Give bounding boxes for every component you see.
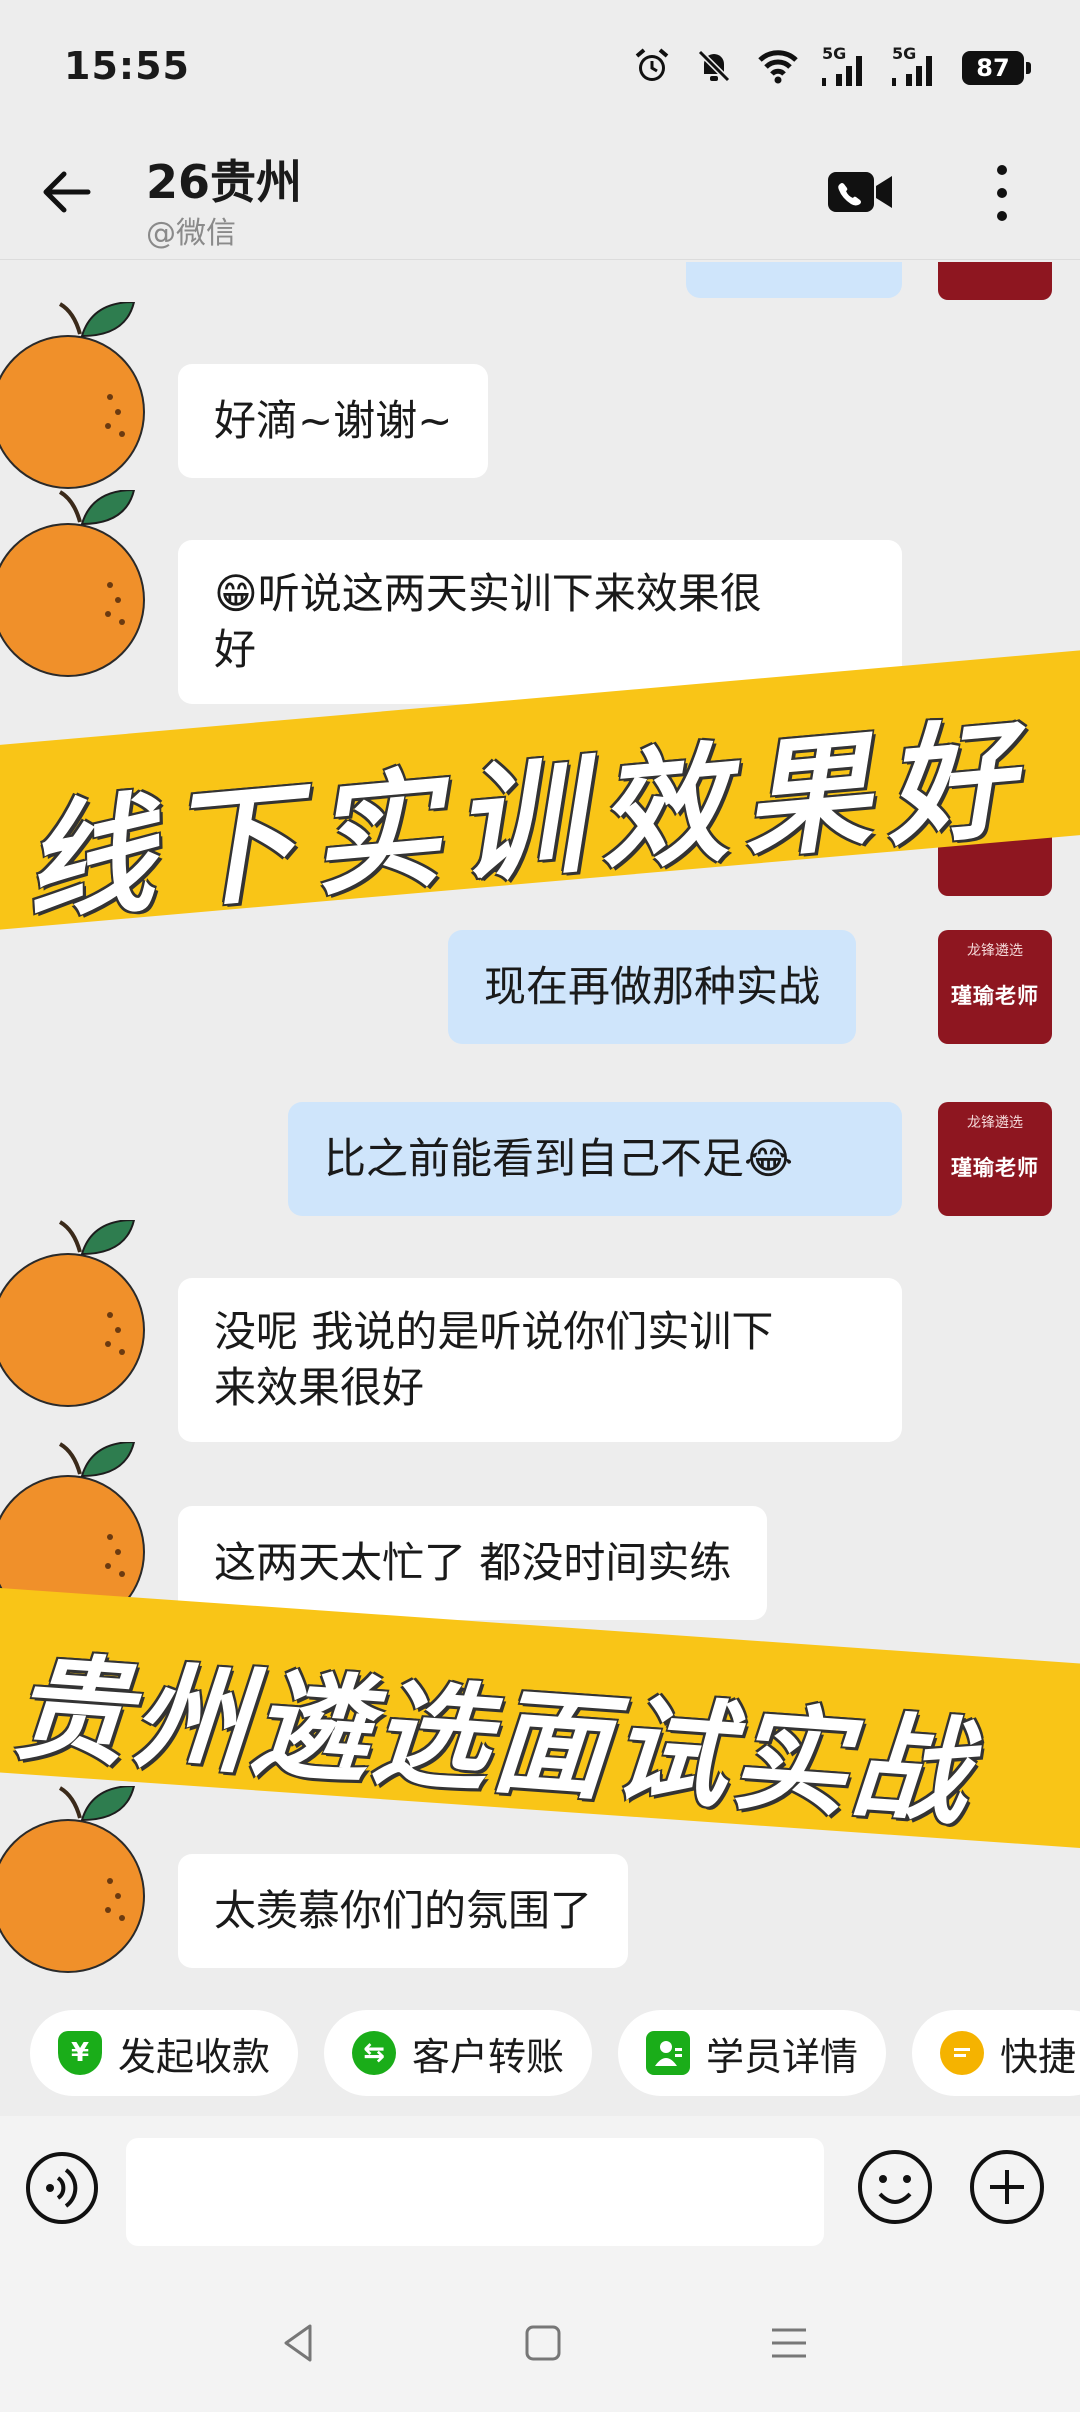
quick-action-label: 客户转账: [412, 2034, 565, 2079]
back-arrow-icon[interactable]: [36, 160, 100, 224]
message-bubble[interactable]: 比之前能看到自己不足😂: [288, 1102, 902, 1216]
promo-banner-text: 线下实训效果好: [18, 702, 1036, 936]
battery-icon: 87: [962, 51, 1031, 85]
contact-avatar[interactable]: [0, 1786, 180, 1976]
person-card-icon: [646, 2031, 690, 2075]
message-input-bar: [0, 2116, 1080, 2276]
yuan-shield-icon: ¥: [58, 2031, 102, 2075]
transfer-icon: ⇆: [352, 2031, 396, 2075]
teacher-avatar[interactable]: 龙锋遴选 瑾瑜老师: [938, 1102, 1052, 1216]
message-bubble[interactable]: 这两天太忙了 都没时间实练: [178, 1506, 768, 1620]
more-vertical-icon[interactable]: [980, 160, 1024, 226]
teacher-avatar[interactable]: 龙锋遴选 瑾瑜老师: [938, 930, 1052, 1044]
message-bubble[interactable]: 好滴~谢谢~: [178, 364, 489, 478]
signal-icon: 5G: [892, 44, 940, 88]
nav-menu-icon[interactable]: [762, 2316, 816, 2370]
teacher-name: 瑾瑜老师: [951, 983, 1039, 1008]
quick-action-quick-reply[interactable]: 快捷: [912, 2010, 1080, 2096]
quick-reply-icon: [940, 2031, 984, 2075]
nav-home-icon[interactable]: [516, 2316, 570, 2370]
signal-icon: 5G: [822, 44, 870, 88]
wifi-icon: [756, 46, 800, 90]
teacher-name: 瑾瑜老师: [951, 1155, 1039, 1180]
message-text-line: 来效果很好: [214, 1363, 425, 1412]
quick-action-label: 学员详情: [706, 2034, 859, 2079]
system-nav-bar: [0, 2276, 1080, 2412]
nav-back-icon[interactable]: [272, 2316, 326, 2370]
alarm-icon: [632, 46, 672, 90]
message-bubble[interactable]: 现在再做那种实战: [448, 930, 857, 1044]
voice-icon[interactable]: [24, 2150, 100, 2226]
message-text-line: 没呢 我说的是听说你们实训下: [214, 1307, 774, 1356]
message-text-line: 😁听说这两天实训下来效果很: [214, 569, 762, 618]
quick-action-customer-transfer[interactable]: ⇆ 客户转账: [324, 2010, 593, 2096]
message-text: 这两天太忙了 都没时间实练: [214, 1538, 732, 1587]
wechat-chat-screen: 15:55 5G 5G 87 26贵州 @微信 好滴~谢谢~ 😁听说这两天实训下…: [0, 0, 1080, 2412]
contact-avatar[interactable]: [0, 1220, 180, 1410]
message-text: 好滴~谢谢~: [214, 396, 453, 445]
quick-action-bar: ¥ 发起收款 ⇆ 客户转账 学员详情 快捷: [0, 1976, 1080, 2116]
video-call-icon[interactable]: [826, 166, 894, 218]
bell-muted-icon: [694, 46, 734, 90]
message-text: 现在再做那种实战: [484, 962, 821, 1011]
quick-action-student-details[interactable]: 学员详情: [618, 2010, 887, 2096]
teacher-logo: 龙锋遴选: [967, 1115, 1023, 1131]
status-time: 15:55: [64, 44, 190, 88]
chat-title: 26贵州: [146, 155, 303, 209]
message-text-line: 好: [214, 625, 257, 674]
message-text: 太羡慕你们的氛围了: [214, 1886, 593, 1935]
contact-avatar[interactable]: [0, 490, 180, 680]
teacher-logo: 龙锋遴选: [967, 943, 1023, 959]
message-bubble[interactable]: 太羡慕你们的氛围了: [178, 1854, 629, 1968]
message-bubble[interactable]: 没呢 我说的是听说你们实训下 来效果很好: [178, 1278, 902, 1442]
teacher-avatar-partial: [938, 262, 1052, 300]
message-text: 比之前能看到自己不足😂: [324, 1134, 794, 1183]
status-icons: 5G 5G 87: [632, 44, 1031, 90]
emoji-icon[interactable]: [856, 2148, 934, 2226]
contact-avatar[interactable]: [0, 302, 180, 492]
quick-action-collect-payment[interactable]: ¥ 发起收款: [30, 2010, 299, 2096]
plus-icon[interactable]: [968, 2148, 1046, 2226]
quick-action-label: 快捷: [1000, 2034, 1077, 2079]
message-input[interactable]: [126, 2138, 824, 2246]
status-bar: 15:55 5G 5G 87: [0, 0, 1080, 130]
chat-message-list[interactable]: 好滴~谢谢~ 😁听说这两天实训下来效果很 好 现在再做那种实战 龙锋遴选 瑾瑜老…: [0, 262, 1080, 1976]
chat-subtitle: @微信: [146, 216, 236, 251]
chat-header: 26贵州 @微信: [0, 130, 1080, 260]
message-bubble-partial: [686, 262, 902, 298]
quick-action-label: 发起收款: [118, 2034, 271, 2079]
